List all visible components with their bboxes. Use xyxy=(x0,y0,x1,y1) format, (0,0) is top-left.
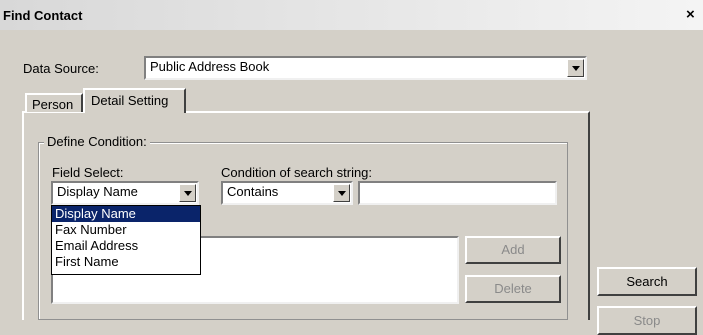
window-title: Find Contact xyxy=(3,8,83,23)
chevron-down-icon xyxy=(184,191,192,196)
data-source-dropdown-button[interactable] xyxy=(567,59,584,77)
tab-detail-setting[interactable]: Detail Setting xyxy=(83,88,186,113)
field-option-first-name[interactable]: First Name xyxy=(52,254,200,270)
search-string-input[interactable] xyxy=(358,181,557,205)
field-option-email-address[interactable]: Email Address xyxy=(52,238,200,254)
field-option-fax-number[interactable]: Fax Number xyxy=(52,222,200,238)
stop-button[interactable]: Stop xyxy=(597,306,697,335)
close-icon[interactable]: × xyxy=(686,6,695,23)
condition-label: Condition of search string: xyxy=(221,165,373,180)
condition-value: Contains xyxy=(227,184,279,199)
search-button[interactable]: Search xyxy=(597,267,697,296)
condition-combo[interactable]: Contains xyxy=(221,181,353,205)
data-source-value: Public Address Book xyxy=(150,59,270,74)
field-option-display-name[interactable]: Display Name xyxy=(52,206,200,222)
tab-detail-setting-label: Detail Setting xyxy=(91,93,169,108)
chevron-down-icon xyxy=(338,191,346,196)
data-source-combo[interactable]: Public Address Book xyxy=(144,56,587,80)
tab-person[interactable]: Person xyxy=(25,93,83,112)
field-select-value: Display Name xyxy=(57,184,138,199)
field-select-label: Field Select: xyxy=(52,165,124,180)
chevron-down-icon xyxy=(572,66,580,71)
field-select-dropdown-button[interactable] xyxy=(179,184,196,202)
define-condition-legend: Define Condition: xyxy=(44,134,150,149)
condition-dropdown-button[interactable] xyxy=(333,184,350,202)
data-source-label: Data Source: xyxy=(23,61,99,76)
field-select-combo[interactable]: Display Name xyxy=(51,181,199,205)
title-bar: Find Contact × xyxy=(0,0,703,30)
add-button[interactable]: Add xyxy=(465,236,561,264)
field-select-dropdown-list: Display Name Fax Number Email Address Fi… xyxy=(51,205,201,275)
tab-person-label: Person xyxy=(32,97,74,112)
delete-button[interactable]: Delete xyxy=(465,275,561,303)
